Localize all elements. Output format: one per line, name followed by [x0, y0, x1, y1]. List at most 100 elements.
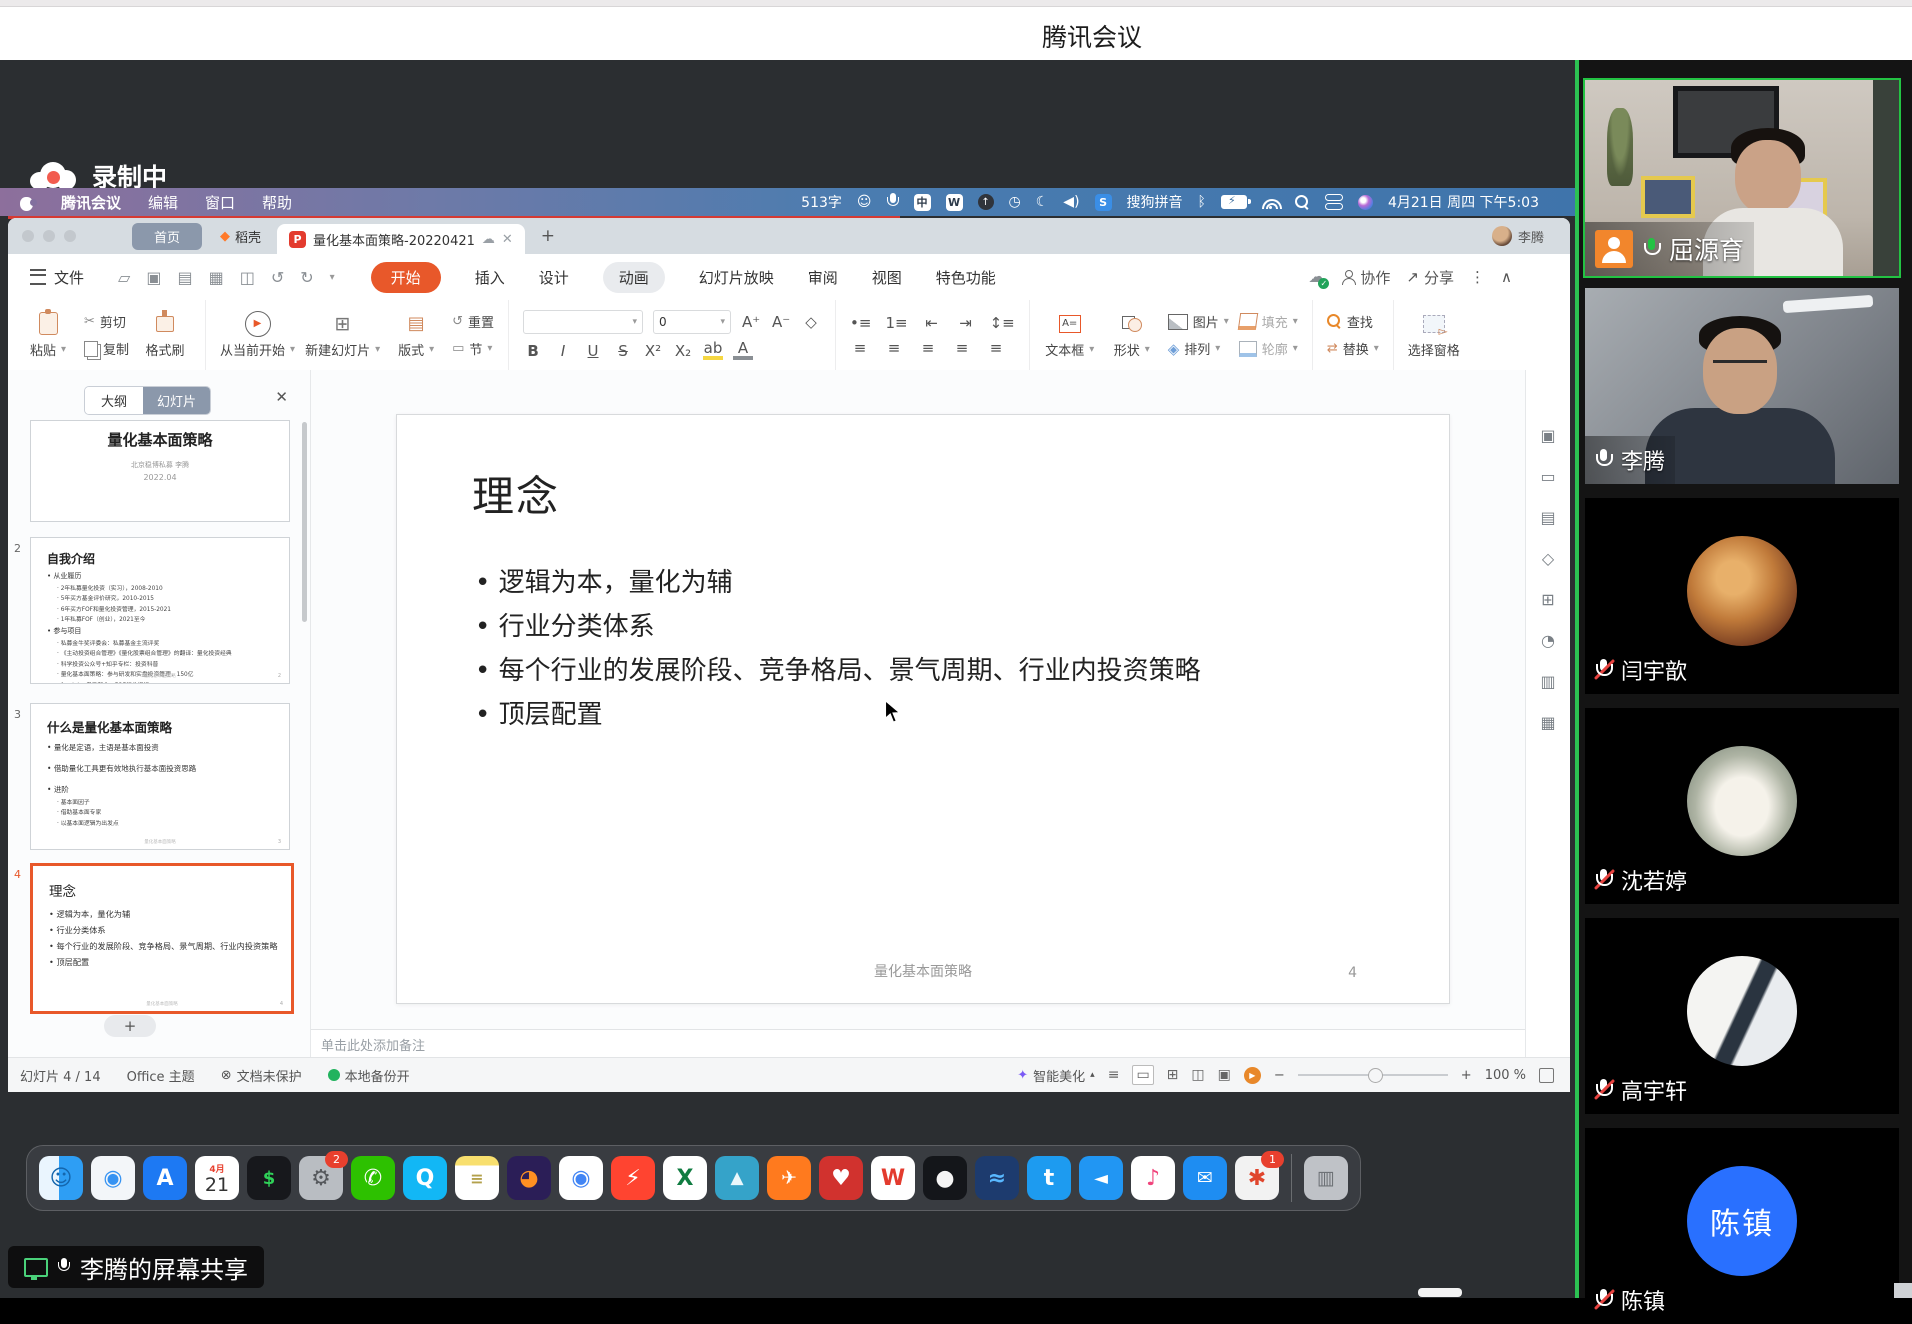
cloud-status-icon[interactable]: ☁✓: [1308, 267, 1325, 287]
collab-button[interactable]: 协作: [1341, 267, 1390, 288]
export-pdf-icon[interactable]: ▤: [177, 268, 192, 287]
indent-button[interactable]: ⇥: [956, 314, 976, 332]
slide[interactable]: 理念 逻辑为本，量化为辅 行业分类体系 每个行业的发展阶段、竞争格局、景气周期、…: [396, 414, 1450, 1004]
tab-slideshow[interactable]: 幻灯片放映: [699, 267, 774, 288]
menu-edit[interactable]: 编辑: [148, 192, 178, 213]
participant-tile-chenzhen[interactable]: 陈镇 陈镇: [1585, 1128, 1899, 1324]
align-left-button[interactable]: ≡: [850, 339, 870, 357]
tab-features[interactable]: 特色功能: [936, 267, 996, 288]
find-button[interactable]: 查找: [1327, 312, 1379, 331]
microphone-icon[interactable]: [887, 193, 899, 211]
dock-icon-spreadsheet[interactable]: X: [663, 1156, 707, 1200]
replace-button[interactable]: ⇄替换▾: [1327, 339, 1379, 358]
presenter-view-icon[interactable]: ▣: [1218, 1067, 1231, 1083]
play-from-current-button[interactable]: ▶ 从当前开始▾: [220, 312, 295, 359]
zoom-in-button[interactable]: +: [1461, 1068, 1472, 1083]
right-panel-icon-4[interactable]: ◇: [1542, 549, 1554, 568]
tab-start[interactable]: 开始: [371, 262, 441, 293]
participant-tile-yanyuxin[interactable]: 闫宇歆: [1585, 498, 1899, 694]
wps-tray-icon[interactable]: W: [946, 194, 963, 211]
numbered-list-button[interactable]: 1≡: [885, 314, 907, 332]
slide-thumbnail-4-selected[interactable]: 理念 逻辑为本，量化为辅 行业分类体系 每个行业的发展阶段、竞争格局、景气周期、…: [30, 863, 294, 1014]
search-icon[interactable]: [1295, 195, 1310, 210]
wifi-icon[interactable]: [1262, 196, 1280, 209]
layout-button[interactable]: ▤ 版式▾: [390, 312, 442, 359]
dock-icon-bird-app[interactable]: t: [1027, 1156, 1071, 1200]
right-panel-icon-3[interactable]: ▤: [1540, 508, 1555, 527]
right-panel-icon-7[interactable]: ▥: [1540, 672, 1555, 691]
font-size-select[interactable]: 0▾: [653, 310, 731, 334]
arrange-button[interactable]: ◈排列▾: [1168, 339, 1229, 358]
clear-format-button[interactable]: ◇: [801, 313, 821, 331]
dock-icon-github[interactable]: ●: [923, 1156, 967, 1200]
shape-button[interactable]: 形状▾: [1106, 312, 1158, 359]
backup-status[interactable]: 本地备份开: [328, 1066, 410, 1085]
dock-icon-terminal[interactable]: $: [247, 1156, 291, 1200]
redo-icon[interactable]: ↻: [300, 268, 313, 287]
control-center-icon[interactable]: [1325, 194, 1343, 210]
print-icon[interactable]: ▦: [209, 268, 224, 287]
textbox-button[interactable]: A= 文本框▾: [1044, 312, 1096, 359]
siri-icon[interactable]: [1358, 195, 1373, 210]
font-color-button[interactable]: A: [733, 341, 753, 360]
ime-icon[interactable]: 中: [914, 194, 931, 211]
fill-button[interactable]: 填充▾: [1239, 312, 1298, 331]
dock-icon-chrome[interactable]: ◉: [559, 1156, 603, 1200]
dock-icon-vscode[interactable]: ◄: [1079, 1156, 1123, 1200]
dock-icon-firefox[interactable]: ◕: [507, 1156, 551, 1200]
ribbon-more-icon[interactable]: ⋮: [1470, 268, 1485, 286]
italic-button[interactable]: I: [553, 342, 573, 360]
section-button[interactable]: ▭节▾: [452, 339, 494, 358]
selection-pane-button[interactable]: 选择窗格: [1408, 312, 1460, 359]
right-panel-icon-1[interactable]: ▣: [1540, 426, 1555, 445]
dock-icon-notes[interactable]: ≡: [455, 1156, 499, 1200]
smiley-icon[interactable]: ☺: [857, 194, 872, 210]
copy-button[interactable]: 复制: [84, 339, 129, 358]
zoom-level[interactable]: 100 %: [1485, 1068, 1526, 1083]
dock-icon-music[interactable]: ♪: [1131, 1156, 1175, 1200]
right-panel-icon-6[interactable]: ◔: [1541, 631, 1555, 650]
slide-thumbnail-3[interactable]: 什么是量化基本面策略 量化是定语，主语是基本面投资 借助量化工具更有效地执行基本…: [30, 703, 290, 850]
upload-tray-icon[interactable]: ↑: [978, 194, 994, 210]
participant-tile-gaoyuxuan[interactable]: 高宇轩: [1585, 918, 1899, 1114]
new-tab-button[interactable]: +: [541, 226, 555, 246]
add-slide-button[interactable]: +: [104, 1015, 156, 1037]
tab-design[interactable]: 设计: [539, 267, 569, 288]
right-panel-icon-8[interactable]: ▦: [1540, 713, 1555, 732]
apple-menu-icon[interactable]: [20, 194, 34, 211]
notes-toggle-icon[interactable]: ≡: [1108, 1067, 1120, 1083]
clock-icon[interactable]: ◷: [1009, 194, 1021, 210]
panel-scrollbar[interactable]: [302, 422, 307, 622]
save-icon[interactable]: ▣: [146, 268, 161, 287]
reset-button[interactable]: ↺重置: [452, 312, 494, 331]
menubar-datetime[interactable]: 4月21日 周四 下午5:03: [1388, 192, 1539, 212]
dock-icon-paper-plane-app[interactable]: ✈: [767, 1156, 811, 1200]
bluetooth-icon[interactable]: ᛒ: [1198, 194, 1206, 210]
participant-tile-quyuanyu[interactable]: 屈源育: [1583, 78, 1901, 278]
justify-button[interactable]: ≡: [952, 339, 972, 357]
tab-view[interactable]: 视图: [872, 267, 902, 288]
increase-font-button[interactable]: A⁺: [741, 313, 761, 331]
zoom-slider-thumb[interactable]: [1368, 1068, 1383, 1083]
font-family-select[interactable]: ▾: [523, 310, 643, 334]
highlight-button[interactable]: ab: [703, 341, 723, 360]
superscript-button[interactable]: X²: [643, 342, 663, 360]
new-slide-button[interactable]: ⊞ 新建幻灯片▾: [305, 312, 380, 359]
dock-icon-wps[interactable]: W: [871, 1156, 915, 1200]
sogou-icon[interactable]: S: [1095, 194, 1112, 211]
ribbon-collapse-icon[interactable]: ∧: [1501, 268, 1512, 286]
participant-tile-liteng[interactable]: 李腾: [1585, 288, 1899, 484]
notes-bar[interactable]: 单击此处添加备注: [311, 1029, 1525, 1058]
dock-icon-red-app[interactable]: ⚡: [611, 1156, 655, 1200]
tab-document[interactable]: P 量化基本面策略-20220421 ☁ ✕: [277, 224, 525, 254]
protection-status[interactable]: ⊗ 文档未保护: [221, 1066, 302, 1085]
dock-icon-docker[interactable]: ≈: [975, 1156, 1019, 1200]
panel-close-icon[interactable]: ✕: [275, 388, 288, 406]
tab-insert[interactable]: 插入: [475, 267, 505, 288]
outdent-button[interactable]: ⇤: [922, 314, 942, 332]
paste-button[interactable]: 粘贴▾: [22, 312, 74, 359]
tab-review[interactable]: 审阅: [808, 267, 838, 288]
quickbar-more-icon[interactable]: ▾: [330, 272, 335, 283]
bold-button[interactable]: B: [523, 342, 543, 360]
file-menu[interactable]: 文件: [8, 267, 84, 288]
